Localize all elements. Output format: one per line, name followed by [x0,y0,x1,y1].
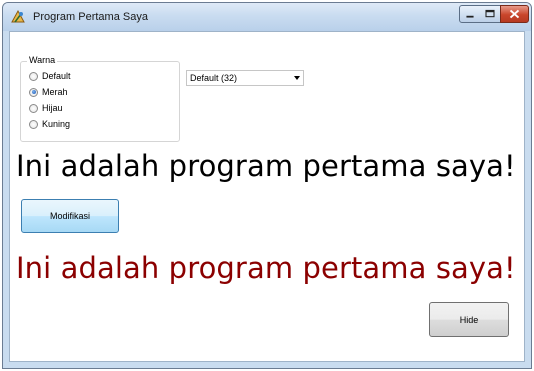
radio-kuning[interactable]: Kuning [29,117,70,131]
title-bar[interactable]: Program Pertama Saya [3,3,531,31]
maximize-button[interactable] [480,5,501,23]
radio-merah[interactable]: Merah [29,85,68,99]
hide-button[interactable]: Hide [429,302,509,337]
label-black: Ini adalah program pertama saya! [16,149,516,183]
modifikasi-button-label: Modifikasi [49,211,90,221]
minimize-icon [466,15,474,18]
size-combobox[interactable]: Default (32) [186,70,304,86]
form-client-area: Warna Default Merah Hijau Kuning Default… [9,31,525,362]
warna-groupbox: Warna Default Merah Hijau Kuning [20,55,180,142]
close-button[interactable] [500,5,529,23]
window-title: Program Pertama Saya [33,11,148,23]
radio-hijau-circle[interactable] [29,103,38,113]
main-window: Program Pertama Saya Warna Default Merah… [2,2,532,369]
radio-merah-circle[interactable] [29,87,38,97]
radio-default-circle[interactable] [29,71,38,81]
radio-kuning-circle[interactable] [29,119,38,129]
warna-caption: Warna [27,55,58,65]
combo-selected-value: Default (32) [190,73,238,83]
radio-default-label: Default [42,71,71,81]
chevron-down-icon[interactable] [294,76,300,80]
radio-hijau-label: Hijau [42,103,63,113]
hide-button-label: Hide [459,314,479,325]
label-red: Ini adalah program pertama saya! [16,251,516,285]
radio-merah-label: Merah [42,87,68,97]
maximize-icon [485,9,495,18]
modifikasi-button[interactable]: Modifikasi [21,199,119,233]
radio-hijau[interactable]: Hijau [29,101,63,115]
minimize-button[interactable] [459,5,481,23]
radio-kuning-label: Kuning [42,119,71,129]
close-icon [509,9,520,19]
radio-default[interactable]: Default [29,69,71,83]
app-icon [10,9,26,25]
